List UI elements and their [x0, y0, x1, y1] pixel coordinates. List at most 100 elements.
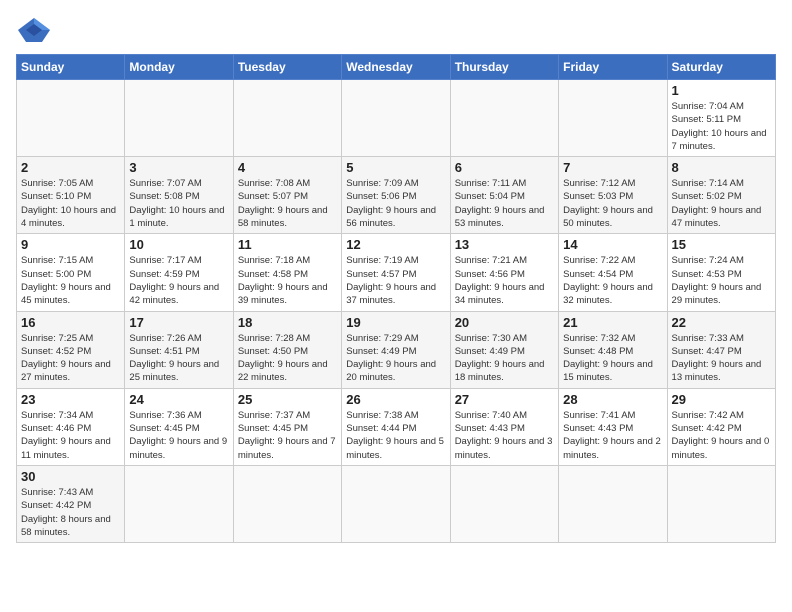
- day-info: Sunrise: 7:21 AM Sunset: 4:56 PM Dayligh…: [455, 254, 554, 307]
- day-info: Sunrise: 7:14 AM Sunset: 5:02 PM Dayligh…: [672, 177, 771, 230]
- calendar-cell: 23 Sunrise: 7:34 AM Sunset: 4:46 PM Dayli…: [17, 388, 125, 465]
- calendar-cell: [17, 80, 125, 157]
- weekday-header-friday: Friday: [559, 55, 667, 80]
- day-number: 11: [238, 237, 337, 252]
- day-info: Sunrise: 7:11 AM Sunset: 5:04 PM Dayligh…: [455, 177, 554, 230]
- weekday-header-wednesday: Wednesday: [342, 55, 450, 80]
- calendar-week-6: 30Sunrise: 7:43 AM Sunset: 4:42 PM Dayli…: [17, 465, 776, 542]
- day-number: 21: [563, 315, 662, 330]
- calendar-week-1: 1 Sunrise: 7:04 AM Sunset: 5:11 PM Daylig…: [17, 80, 776, 157]
- calendar-cell: 19Sunrise: 7:29 AM Sunset: 4:49 PM Dayli…: [342, 311, 450, 388]
- day-number: 24: [129, 392, 228, 407]
- calendar-cell: 10 Sunrise: 7:17 AM Sunset: 4:59 PM Dayli…: [125, 234, 233, 311]
- day-info: Sunrise: 7:40 AM Sunset: 4:43 PM Dayligh…: [455, 409, 554, 462]
- calendar-cell: 14 Sunrise: 7:22 AM Sunset: 4:54 PM Dayli…: [559, 234, 667, 311]
- calendar-cell: 30Sunrise: 7:43 AM Sunset: 4:42 PM Dayli…: [17, 465, 125, 542]
- calendar-cell: 25 Sunrise: 7:37 AM Sunset: 4:45 PM Dayli…: [233, 388, 341, 465]
- calendar-cell: 3 Sunrise: 7:07 AM Sunset: 5:08 PM Daylig…: [125, 157, 233, 234]
- day-info: Sunrise: 7:17 AM Sunset: 4:59 PM Dayligh…: [129, 254, 228, 307]
- logo-icon: [16, 16, 52, 44]
- day-info: Sunrise: 7:22 AM Sunset: 4:54 PM Dayligh…: [563, 254, 662, 307]
- calendar-cell: 21 Sunrise: 7:32 AM Sunset: 4:48 PM Dayli…: [559, 311, 667, 388]
- logo: [16, 16, 56, 44]
- calendar-cell: 18 Sunrise: 7:28 AM Sunset: 4:50 PM Dayli…: [233, 311, 341, 388]
- day-info: Sunrise: 7:29 AM Sunset: 4:49 PM Dayligh…: [346, 332, 445, 385]
- calendar-cell: 12Sunrise: 7:19 AM Sunset: 4:57 PM Dayli…: [342, 234, 450, 311]
- day-info: Sunrise: 7:24 AM Sunset: 4:53 PM Dayligh…: [672, 254, 771, 307]
- calendar-cell: [233, 80, 341, 157]
- calendar-body: 1 Sunrise: 7:04 AM Sunset: 5:11 PM Daylig…: [17, 80, 776, 543]
- day-info: Sunrise: 7:04 AM Sunset: 5:11 PM Dayligh…: [672, 100, 771, 153]
- day-number: 16: [21, 315, 120, 330]
- day-info: Sunrise: 7:26 AM Sunset: 4:51 PM Dayligh…: [129, 332, 228, 385]
- calendar-cell: [667, 465, 775, 542]
- calendar-cell: [450, 80, 558, 157]
- day-number: 5: [346, 160, 445, 175]
- calendar-header: SundayMondayTuesdayWednesdayThursdayFrid…: [17, 55, 776, 80]
- day-number: 6: [455, 160, 554, 175]
- day-number: 29: [672, 392, 771, 407]
- day-number: 8: [672, 160, 771, 175]
- day-number: 9: [21, 237, 120, 252]
- calendar-cell: 15 Sunrise: 7:24 AM Sunset: 4:53 PM Dayli…: [667, 234, 775, 311]
- day-number: 14: [563, 237, 662, 252]
- calendar-cell: 7 Sunrise: 7:12 AM Sunset: 5:03 PM Daylig…: [559, 157, 667, 234]
- calendar-cell: 24Sunrise: 7:36 AM Sunset: 4:45 PM Dayli…: [125, 388, 233, 465]
- day-number: 30: [21, 469, 120, 484]
- day-number: 17: [129, 315, 228, 330]
- weekday-header-monday: Monday: [125, 55, 233, 80]
- calendar-cell: 28 Sunrise: 7:41 AM Sunset: 4:43 PM Dayli…: [559, 388, 667, 465]
- day-info: Sunrise: 7:41 AM Sunset: 4:43 PM Dayligh…: [563, 409, 662, 462]
- day-info: Sunrise: 7:42 AM Sunset: 4:42 PM Dayligh…: [672, 409, 771, 462]
- day-info: Sunrise: 7:19 AM Sunset: 4:57 PM Dayligh…: [346, 254, 445, 307]
- day-info: Sunrise: 7:28 AM Sunset: 4:50 PM Dayligh…: [238, 332, 337, 385]
- calendar-cell: 11 Sunrise: 7:18 AM Sunset: 4:58 PM Dayli…: [233, 234, 341, 311]
- weekday-header-saturday: Saturday: [667, 55, 775, 80]
- day-info: Sunrise: 7:34 AM Sunset: 4:46 PM Dayligh…: [21, 409, 120, 462]
- calendar-cell: [342, 465, 450, 542]
- day-number: 23: [21, 392, 120, 407]
- calendar-cell: 17 Sunrise: 7:26 AM Sunset: 4:51 PM Dayli…: [125, 311, 233, 388]
- calendar-cell: 9 Sunrise: 7:15 AM Sunset: 5:00 PM Daylig…: [17, 234, 125, 311]
- calendar-cell: 27Sunrise: 7:40 AM Sunset: 4:43 PM Dayli…: [450, 388, 558, 465]
- day-info: Sunrise: 7:08 AM Sunset: 5:07 PM Dayligh…: [238, 177, 337, 230]
- day-info: Sunrise: 7:12 AM Sunset: 5:03 PM Dayligh…: [563, 177, 662, 230]
- day-info: Sunrise: 7:09 AM Sunset: 5:06 PM Dayligh…: [346, 177, 445, 230]
- calendar-cell: [233, 465, 341, 542]
- day-number: 18: [238, 315, 337, 330]
- calendar-week-4: 16 Sunrise: 7:25 AM Sunset: 4:52 PM Dayli…: [17, 311, 776, 388]
- calendar-cell: 2Sunrise: 7:05 AM Sunset: 5:10 PM Daylig…: [17, 157, 125, 234]
- day-info: Sunrise: 7:37 AM Sunset: 4:45 PM Dayligh…: [238, 409, 337, 462]
- day-number: 25: [238, 392, 337, 407]
- day-number: 20: [455, 315, 554, 330]
- calendar-cell: 29 Sunrise: 7:42 AM Sunset: 4:42 PM Dayli…: [667, 388, 775, 465]
- weekday-row: SundayMondayTuesdayWednesdayThursdayFrid…: [17, 55, 776, 80]
- calendar-cell: 1 Sunrise: 7:04 AM Sunset: 5:11 PM Daylig…: [667, 80, 775, 157]
- day-number: 7: [563, 160, 662, 175]
- calendar-cell: [450, 465, 558, 542]
- day-number: 1: [672, 83, 771, 98]
- calendar-cell: 20Sunrise: 7:30 AM Sunset: 4:49 PM Dayli…: [450, 311, 558, 388]
- calendar-cell: [342, 80, 450, 157]
- day-info: Sunrise: 7:25 AM Sunset: 4:52 PM Dayligh…: [21, 332, 120, 385]
- day-number: 28: [563, 392, 662, 407]
- calendar-cell: 5 Sunrise: 7:09 AM Sunset: 5:06 PM Daylig…: [342, 157, 450, 234]
- day-number: 15: [672, 237, 771, 252]
- calendar-cell: [559, 80, 667, 157]
- day-info: Sunrise: 7:32 AM Sunset: 4:48 PM Dayligh…: [563, 332, 662, 385]
- day-number: 10: [129, 237, 228, 252]
- day-number: 22: [672, 315, 771, 330]
- day-number: 26: [346, 392, 445, 407]
- calendar-cell: 4Sunrise: 7:08 AM Sunset: 5:07 PM Daylig…: [233, 157, 341, 234]
- calendar-cell: [559, 465, 667, 542]
- day-info: Sunrise: 7:15 AM Sunset: 5:00 PM Dayligh…: [21, 254, 120, 307]
- calendar-cell: [125, 465, 233, 542]
- day-number: 3: [129, 160, 228, 175]
- day-info: Sunrise: 7:07 AM Sunset: 5:08 PM Dayligh…: [129, 177, 228, 230]
- page-container: SundayMondayTuesdayWednesdayThursdayFrid…: [0, 0, 792, 551]
- calendar-cell: 8 Sunrise: 7:14 AM Sunset: 5:02 PM Daylig…: [667, 157, 775, 234]
- calendar-cell: [125, 80, 233, 157]
- calendar-cell: 6 Sunrise: 7:11 AM Sunset: 5:04 PM Daylig…: [450, 157, 558, 234]
- day-info: Sunrise: 7:18 AM Sunset: 4:58 PM Dayligh…: [238, 254, 337, 307]
- calendar-week-5: 23 Sunrise: 7:34 AM Sunset: 4:46 PM Dayli…: [17, 388, 776, 465]
